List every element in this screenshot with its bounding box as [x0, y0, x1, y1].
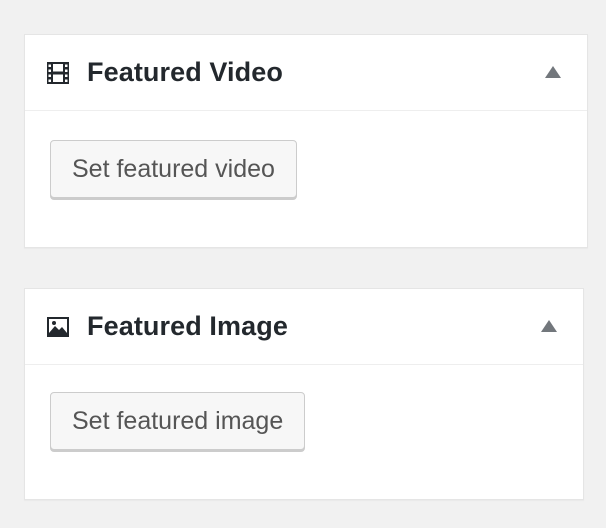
- film-icon: [45, 60, 71, 86]
- featured-image-body: Set featured image: [25, 365, 583, 450]
- collapse-toggle-icon[interactable]: [545, 65, 561, 78]
- set-featured-video-button[interactable]: Set featured video: [50, 140, 297, 198]
- featured-image-metabox: Featured Image Set featured image: [24, 288, 584, 500]
- page: Featured Video Set featured video Featur…: [0, 0, 606, 528]
- featured-video-metabox: Featured Video Set featured video: [24, 34, 588, 248]
- featured-video-header[interactable]: Featured Video: [25, 35, 587, 111]
- set-featured-image-button[interactable]: Set featured image: [50, 392, 306, 450]
- collapse-toggle-icon[interactable]: [541, 319, 557, 332]
- featured-video-title: Featured Video: [87, 57, 283, 87]
- featured-video-body: Set featured video: [25, 111, 587, 198]
- image-icon: [45, 314, 71, 340]
- featured-image-title: Featured Image: [87, 311, 288, 341]
- featured-image-header[interactable]: Featured Image: [25, 289, 583, 365]
